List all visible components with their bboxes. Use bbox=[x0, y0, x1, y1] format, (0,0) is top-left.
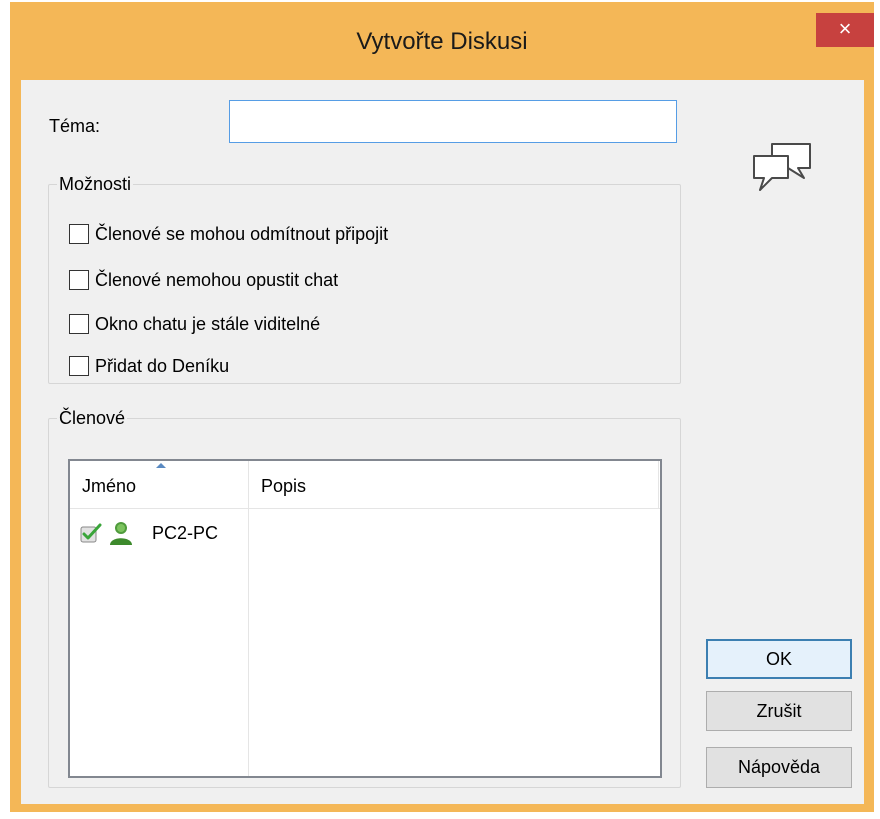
cancel-button[interactable]: Zrušit bbox=[706, 691, 852, 731]
title-bar[interactable]: Vytvořte Diskusi × bbox=[10, 2, 874, 82]
column-description-label: Popis bbox=[261, 476, 307, 496]
help-button[interactable]: Nápověda bbox=[706, 747, 852, 788]
dialog-body: Téma: Možnosti Členové se mohou odmítnou… bbox=[21, 80, 864, 804]
option-label: Okno chatu je stále viditelné bbox=[95, 313, 321, 334]
member-name: PC2-PC bbox=[152, 522, 219, 543]
option-label: Přidat do Deníku bbox=[95, 355, 230, 376]
topic-label: Téma: bbox=[49, 116, 101, 136]
option-label: Členové se mohou odmítnout připojit bbox=[95, 223, 389, 244]
ok-button[interactable]: OK bbox=[706, 639, 852, 679]
members-legend: Členové bbox=[59, 408, 126, 428]
checkbox[interactable] bbox=[69, 224, 89, 244]
option-decline-join[interactable]: Členové se mohou odmítnout připojit bbox=[69, 221, 388, 247]
dialog-window: Vytvořte Diskusi × Téma: Možnosti Členov… bbox=[10, 2, 874, 812]
list-header: Jméno Popis bbox=[70, 461, 660, 509]
list-item[interactable]: PC2-PC bbox=[80, 518, 218, 548]
topic-input[interactable] bbox=[229, 100, 677, 143]
close-button[interactable]: × bbox=[816, 13, 874, 47]
column-name-label: Jméno bbox=[82, 476, 137, 496]
column-divider bbox=[248, 508, 249, 776]
close-icon: × bbox=[838, 16, 852, 41]
dialog-title: Vytvořte Diskusi bbox=[356, 28, 528, 55]
chat-bubbles-icon bbox=[753, 143, 811, 191]
options-group: Možnosti Členové se mohou odmítnout přip… bbox=[48, 174, 681, 384]
checkbox[interactable] bbox=[69, 314, 89, 334]
checkbox[interactable] bbox=[69, 270, 89, 290]
members-list[interactable]: Jméno Popis PC2-PC bbox=[68, 459, 662, 778]
column-header-description[interactable]: Popis bbox=[248, 461, 659, 508]
option-label: Členové nemohou opustit chat bbox=[95, 269, 339, 290]
checkbox[interactable] bbox=[69, 356, 89, 376]
check-icon[interactable] bbox=[80, 523, 102, 543]
option-add-to-journal[interactable]: Přidat do Deníku bbox=[69, 353, 229, 379]
sort-ascending-icon bbox=[156, 463, 166, 468]
option-always-visible[interactable]: Okno chatu je stále viditelné bbox=[69, 311, 320, 337]
members-group: Členové Jméno Popis PC2-PC bbox=[48, 408, 681, 788]
column-header-name[interactable]: Jméno bbox=[70, 461, 249, 508]
options-legend: Možnosti bbox=[59, 174, 132, 194]
user-icon bbox=[110, 522, 132, 545]
option-cannot-leave[interactable]: Členové nemohou opustit chat bbox=[69, 267, 338, 293]
